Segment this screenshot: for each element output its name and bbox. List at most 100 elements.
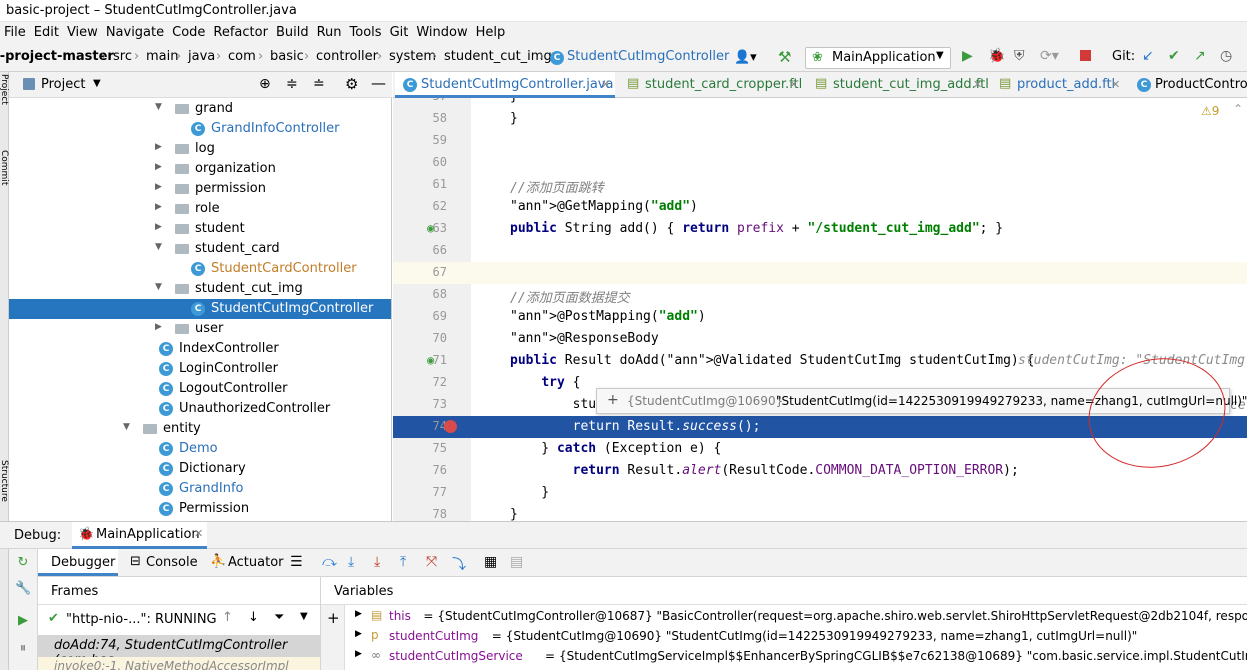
frame-row[interactable]: doAdd:74, StudentCutImgController (com.b… <box>38 635 320 668</box>
tree-item-permission[interactable]: ▶ permission <box>9 179 391 199</box>
pause-icon[interactable]: ⏸ <box>15 641 31 657</box>
history-icon[interactable]: ◷ <box>1220 48 1232 64</box>
code-line[interactable]: 66 <box>393 240 1247 262</box>
rerun-icon[interactable]: ↻ <box>15 555 31 571</box>
commit-side-tab[interactable]: Commit <box>0 150 9 210</box>
code-line[interactable]: 62 "ann">@GetMapping("add") <box>393 196 1247 218</box>
run-config-select[interactable]: ❀ MainApplication ▼ <box>805 47 951 69</box>
chevron-down-icon[interactable]: ▼ <box>155 282 162 292</box>
wrench-icon[interactable]: 🔧 <box>15 581 31 597</box>
menu-item-git[interactable]: Git <box>386 22 413 44</box>
up-arrow-icon[interactable]: ↑ <box>222 610 233 625</box>
tree-item-permission[interactable]: C Permission <box>9 499 391 519</box>
tree-item-grandinfo[interactable]: C GrandInfo <box>9 479 391 499</box>
evaluate-icon[interactable]: ▦ <box>484 554 497 570</box>
breadcrumb-item[interactable]: c-project-master <box>0 49 114 64</box>
step-into-icon[interactable]: ⤓ <box>374 554 380 570</box>
spring-bean-icon[interactable]: ◉ <box>427 353 434 367</box>
menu-item-window[interactable]: Window <box>412 22 471 44</box>
debug-icon[interactable]: 🐞 <box>988 48 1005 64</box>
code-line[interactable]: 77 } <box>393 482 1247 504</box>
code-line[interactable]: 69 "ann">@PostMapping("add") <box>393 306 1247 328</box>
resume-icon[interactable]: ▶ <box>15 613 31 629</box>
tree-item-user[interactable]: ▶ user <box>9 319 391 339</box>
variable-row[interactable]: ▶ ▤ this = {StudentCutImgController@10687} "… <box>321 607 1247 627</box>
run-icon[interactable]: ▶ <box>962 48 973 64</box>
tree-item-organization[interactable]: ▶ organization <box>9 159 391 179</box>
tab-student-card-cropper-ftl[interactable]: ▤ student_card_cropper.ftl ✕ <box>619 72 803 98</box>
project-panel-title[interactable]: Project <box>41 77 85 92</box>
tree-item-studentcutimgcontroller[interactable]: C StudentCutImgController <box>9 299 391 319</box>
code-line[interactable]: 67 <box>393 262 1247 284</box>
close-icon[interactable]: ✕ <box>789 78 798 91</box>
tree-item-studentcardcontroller[interactable]: C StudentCardController <box>9 259 391 279</box>
breadcrumb-item[interactable]: src <box>113 49 132 64</box>
chevron-right-icon[interactable]: ▶ <box>155 322 162 332</box>
expand-all-icon[interactable]: ≑ <box>286 76 298 92</box>
code-line[interactable]: 70 "ann">@ResponseBody <box>393 328 1247 350</box>
close-icon[interactable]: ✕ <box>194 527 203 540</box>
code-line[interactable]: 61 //添加页面跳转 <box>393 174 1247 196</box>
debug-session-tab[interactable]: 🐞 MainApplication ✕ <box>72 522 207 549</box>
expand-plus-icon[interactable]: + <box>607 392 619 408</box>
tab-studentcutimgcontroller-java[interactable]: C StudentCutImgController.java ✕ <box>395 72 615 98</box>
menu-item-build[interactable]: Build <box>272 22 313 44</box>
down-arrow-icon[interactable]: ↓ <box>248 610 259 625</box>
close-icon[interactable]: ✕ <box>973 78 982 91</box>
menu-item-file[interactable]: File <box>0 22 30 44</box>
locate-icon[interactable]: ⊕ <box>259 76 271 92</box>
chevron-down-icon[interactable]: ▼ <box>123 422 130 432</box>
chevron-right-icon[interactable]: ▶ <box>355 609 362 619</box>
tab-student-cut-img-add-ftl[interactable]: ▤ student_cut_img_add.ftl ✕ <box>807 72 989 98</box>
variable-row[interactable]: ▶ ∞ studentCutImgService = {StudentCutImgSer… <box>321 647 1247 667</box>
chevron-right-icon[interactable]: ▶ <box>155 142 162 152</box>
code-line[interactable]: 68 //添加页面数据提交 <box>393 284 1247 306</box>
tree-item-grand[interactable]: ▼ grand <box>9 99 391 119</box>
breadcrumb-item[interactable]: basic <box>270 49 304 64</box>
thread-select[interactable]: "http-nio-...": RUNNING <box>66 612 217 627</box>
tree-item-logoutcontroller[interactable]: C LogoutController <box>9 379 391 399</box>
tree-item-demo[interactable]: C Demo <box>9 439 391 459</box>
tab-debugger[interactable]: Debugger <box>38 549 118 576</box>
hammer-icon[interactable]: ⚒ <box>778 48 791 66</box>
chevron-down-icon[interactable]: ▼ <box>93 78 101 89</box>
tree-item-student[interactable]: ▶ student <box>9 219 391 239</box>
git-push-icon[interactable]: ↗ <box>1194 48 1206 64</box>
tree-item-grandinfocontroller[interactable]: C GrandInfoController <box>9 119 391 139</box>
tab-actuator[interactable]: Actuator <box>228 555 284 570</box>
breadcrumb-item[interactable]: java <box>188 49 215 64</box>
code-line[interactable]: 57} <box>393 98 1247 108</box>
chevron-down-icon[interactable]: ▼ <box>155 102 162 112</box>
menu-item-help[interactable]: Help <box>472 22 510 44</box>
chevron-right-icon[interactable]: ▶ <box>355 649 362 659</box>
chevron-right-icon[interactable]: ▶ <box>155 202 162 212</box>
code-line[interactable]: 76 return Result.alert(ResultCode.COMMON… <box>393 460 1247 482</box>
stop-icon[interactable] <box>1080 50 1091 61</box>
menu-item-code[interactable]: Code <box>168 22 209 44</box>
variable-row[interactable]: ▶ p studentCutImg = {StudentCutImg@10690} "S… <box>321 627 1247 647</box>
collapse-all-icon[interactable]: ≐ <box>313 76 325 92</box>
tree-item-log[interactable]: ▶ log <box>9 139 391 159</box>
tree-item-indexcontroller[interactable]: C IndexController <box>9 339 391 359</box>
menu-item-navigate[interactable]: Navigate <box>102 22 168 44</box>
tree-item-student_cut_img[interactable]: ▼ student_cut_img <box>9 279 391 299</box>
chevron-right-icon[interactable]: ▶ <box>155 222 162 232</box>
breadcrumb-item[interactable]: StudentCutImgController <box>567 49 729 64</box>
code-line[interactable]: 58} <box>393 108 1247 130</box>
chevron-right-icon[interactable]: ▶ <box>155 182 162 192</box>
breadcrumb-item[interactable]: controller <box>316 49 378 64</box>
project-side-tab[interactable]: Project <box>0 74 9 134</box>
filter-icon[interactable]: ⏷ <box>274 610 284 625</box>
code-line[interactable]: 63 public String add() { return prefix + … <box>393 218 1247 240</box>
structure-side-tab[interactable]: Structure <box>0 460 9 520</box>
menu-item-view[interactable]: View <box>63 22 102 44</box>
breadcrumb-item[interactable]: system <box>389 49 436 64</box>
menu-item-edit[interactable]: Edit <box>30 22 63 44</box>
code-line[interactable]: 60 <box>393 152 1247 174</box>
menu-icon[interactable]: ☰ <box>290 554 303 570</box>
drop-frame-icon[interactable]: ⤧ <box>426 554 437 570</box>
profile-icon[interactable]: ⟳▾ <box>1040 48 1059 64</box>
menu-item-run[interactable]: Run <box>313 22 346 44</box>
menu-item-tools[interactable]: Tools <box>346 22 386 44</box>
run-to-cursor-icon[interactable]: ⤵ <box>452 554 466 574</box>
